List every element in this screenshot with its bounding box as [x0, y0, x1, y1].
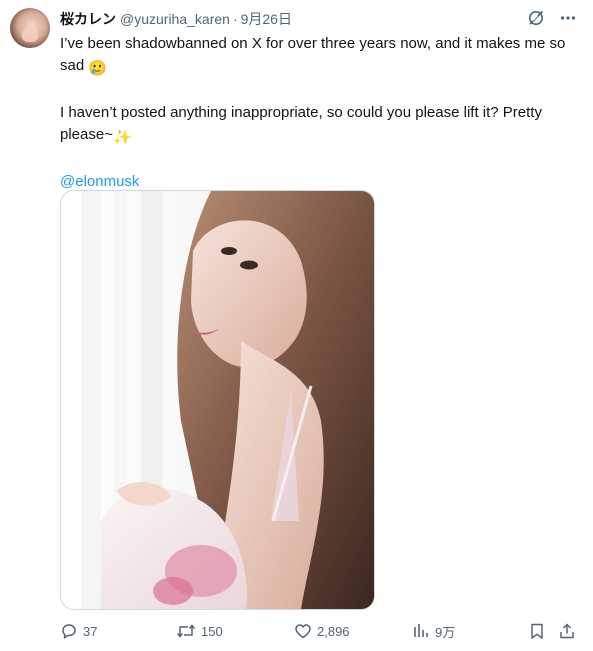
share-button[interactable]	[558, 620, 576, 642]
tweet-photo[interactable]	[60, 190, 375, 610]
reply-icon	[62, 624, 76, 639]
views-icon	[414, 624, 428, 637]
tweet-text: I’ve been shadowbanned on X for over thr…	[60, 33, 575, 193]
grok-icon[interactable]	[527, 9, 545, 27]
author-display-name[interactable]: 桜カレン	[60, 9, 116, 29]
mention-link[interactable]: @elonmusk	[60, 173, 139, 190]
repost-icon	[176, 624, 196, 638]
tweet-card: 桜カレン @yuzuriha_karen · 9月26日 I’ve been s…	[0, 0, 593, 651]
repost-button[interactable]: 150	[176, 620, 223, 642]
like-count: 2,896	[317, 623, 350, 639]
header-separator: ·	[232, 11, 238, 27]
bookmark-button[interactable]	[528, 620, 546, 642]
more-icon[interactable]	[559, 9, 577, 27]
tweet-date[interactable]: 9月26日	[241, 9, 292, 29]
tweet-line-2: I haven’t posted anything inappropriate,…	[60, 102, 575, 149]
reply-button[interactable]: 37	[60, 620, 97, 642]
reply-count: 37	[83, 623, 98, 639]
like-icon	[295, 624, 311, 639]
tweet-header: 桜カレン @yuzuriha_karen · 9月26日	[60, 9, 292, 29]
tweet-line-1-text: I’ve been shadowbanned on X for over thr…	[60, 35, 566, 74]
share-icon	[560, 623, 574, 639]
tweet-line-1: I’ve been shadowbanned on X for over thr…	[60, 33, 575, 80]
author-handle[interactable]: @yuzuriha_karen	[120, 11, 230, 27]
like-button[interactable]: 2,896	[294, 620, 350, 642]
views-count: 9万	[435, 624, 456, 640]
avatar-hand-shape	[22, 28, 38, 42]
header-actions	[527, 9, 577, 27]
repost-count: 150	[201, 623, 223, 639]
photo-illustration	[61, 191, 374, 609]
views-button[interactable]: 9万	[412, 620, 455, 642]
avatar[interactable]	[10, 8, 50, 48]
sparkles-emoji: ✨	[112, 129, 132, 146]
tweet-line-2-text: I haven’t posted anything inappropriate,…	[60, 104, 542, 143]
tweet-actions: 37 150 2,896 9万	[60, 620, 580, 642]
tear-smile-emoji: 🥲	[88, 60, 108, 77]
bookmark-icon	[531, 623, 543, 639]
